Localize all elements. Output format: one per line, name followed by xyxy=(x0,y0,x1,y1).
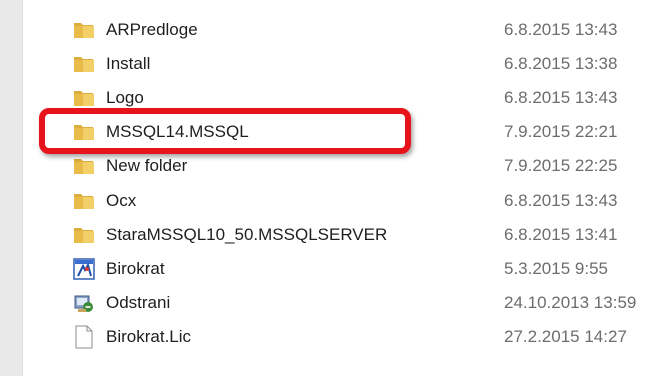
date-modified: 6.8.2015 13:41 xyxy=(504,225,618,244)
file-name: Birokrat.Lic xyxy=(106,327,192,346)
file-row-birokrat-lic[interactable]: Birokrat.Lic 27.2.2015 14:27 xyxy=(72,319,652,355)
file-name: Ocx xyxy=(106,191,137,210)
application-icon xyxy=(72,257,96,281)
file-row-mssql14[interactable]: MSSQL14.MSSQL 7.9.2015 22:21 xyxy=(72,114,652,150)
file-name: Logo xyxy=(106,88,144,107)
date-modified: 6.8.2015 13:43 xyxy=(504,20,618,39)
file-name: Odstrani xyxy=(106,293,171,312)
file-row-ocx[interactable]: Ocx 6.8.2015 13:43 xyxy=(72,183,652,219)
date-modified: 24.10.2013 13:59 xyxy=(504,293,637,312)
file-name: Install xyxy=(106,54,151,73)
file-row-odstrani[interactable]: Odstrani 24.10.2013 13:59 xyxy=(72,285,652,321)
date-modified: 6.8.2015 13:38 xyxy=(504,54,618,73)
folder-icon xyxy=(72,120,96,144)
uninstall-icon xyxy=(72,291,96,315)
folder-icon xyxy=(72,18,96,42)
folder-icon xyxy=(72,52,96,76)
file-name: StaraMSSQL10_50.MSSQLSERVER xyxy=(106,225,388,244)
file-row-arpredloge[interactable]: ARPredloge 6.8.2015 13:43 xyxy=(72,12,652,48)
file-name: Birokrat xyxy=(106,259,165,278)
date-modified: 7.9.2015 22:25 xyxy=(504,156,618,175)
folder-icon xyxy=(72,189,96,213)
date-modified: 5.3.2015 9:55 xyxy=(504,259,608,278)
folder-icon xyxy=(72,223,96,247)
date-modified: 7.9.2015 22:21 xyxy=(504,122,618,141)
file-row-staramssql[interactable]: StaraMSSQL10_50.MSSQLSERVER 6.8.2015 13:… xyxy=(72,217,652,253)
file-row-logo[interactable]: Logo 6.8.2015 13:43 xyxy=(72,80,652,116)
navigation-pane-edge xyxy=(0,0,23,376)
date-modified: 6.8.2015 13:43 xyxy=(504,191,618,210)
file-row-new-folder[interactable]: New folder 7.9.2015 22:25 xyxy=(72,148,652,184)
folder-icon xyxy=(72,154,96,178)
file-name: ARPredloge xyxy=(106,20,198,39)
folder-icon xyxy=(72,86,96,110)
date-modified: 27.2.2015 14:27 xyxy=(504,327,627,346)
file-name: MSSQL14.MSSQL xyxy=(106,122,249,141)
date-modified: 6.8.2015 13:43 xyxy=(504,88,618,107)
file-name: New folder xyxy=(106,156,188,175)
file-row-birokrat[interactable]: Birokrat 5.3.2015 9:55 xyxy=(72,251,652,287)
file-icon xyxy=(72,325,96,349)
file-row-install[interactable]: Install 6.8.2015 13:38 xyxy=(72,46,652,82)
